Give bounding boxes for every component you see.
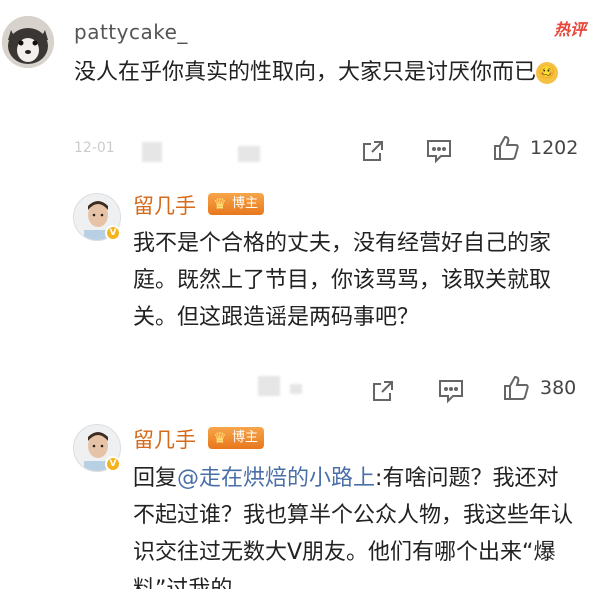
comment-text: 没人在乎你真实的性取向，大家只是讨厌你而已 🥴 xyxy=(74,54,584,91)
avatar[interactable] xyxy=(2,16,54,68)
comment-icon xyxy=(427,140,451,164)
share-icon xyxy=(363,141,383,161)
crown-icon: ♛ xyxy=(213,195,227,213)
blurred-area xyxy=(142,142,162,162)
comment-text: 回复@走在烘焙的小路上:有啥问题？我还对不起过谁？我也算半个公众人物，我这些年认… xyxy=(133,460,573,589)
host-badge: ♛ 博主 xyxy=(208,427,265,449)
host-badge-label: 博主 xyxy=(232,196,259,211)
host-badge: ♛ 博主 xyxy=(208,193,265,215)
like-count: 1202 xyxy=(530,137,579,159)
share-button[interactable] xyxy=(370,378,396,404)
comment-icon xyxy=(439,380,463,404)
thumbs-up-icon xyxy=(494,135,519,160)
reply-prefix: 回复 xyxy=(133,466,178,491)
like-button[interactable]: 1202 xyxy=(492,134,578,162)
username[interactable]: 留几手 xyxy=(133,424,196,454)
blurred-area xyxy=(258,376,280,396)
comment-button[interactable] xyxy=(437,378,465,404)
comment-item: V 留几手 ♛ 博主 回复@走在烘焙的小路上:有啥问题？我还对不起过谁？我也算半… xyxy=(0,410,600,589)
hot-comment-tag: 热评 xyxy=(553,20,586,39)
comment-button[interactable] xyxy=(425,138,453,164)
timestamp-text: 12-01 xyxy=(74,140,115,156)
timestamp: 12-01 xyxy=(74,140,144,164)
host-badge-label: 博主 xyxy=(232,430,259,445)
emoji-icon: 🥴 xyxy=(536,62,559,84)
username[interactable]: pattycake_ xyxy=(74,20,188,44)
like-button[interactable]: 380 xyxy=(502,374,576,402)
blurred-area xyxy=(238,146,260,162)
comment-item: V 留几手 ♛ 博主 我不是个合格的丈夫，没有经营好自己的家庭。既然上了节目，你… xyxy=(0,185,600,410)
comment-text-content: 没人在乎你真实的性取向，大家只是讨厌你而已 xyxy=(74,60,537,85)
username[interactable]: 留几手 xyxy=(133,190,196,220)
blurred-area xyxy=(290,384,302,394)
comment-text: 我不是个合格的丈夫，没有经营好自己的家庭。既然上了节目，你该骂骂，该取关就取关。… xyxy=(133,231,552,330)
like-count: 380 xyxy=(540,377,577,399)
mention-link[interactable]: @走在烘焙的小路上 xyxy=(177,466,375,491)
thumbs-up-icon xyxy=(504,375,529,400)
comment-item: pattycake_ 热评 没人在乎你真实的性取向，大家只是讨厌你而已 🥴 12-… xyxy=(0,0,600,185)
crown-icon: ♛ xyxy=(213,429,227,447)
verified-v-icon: V xyxy=(105,225,121,241)
share-button[interactable] xyxy=(360,138,386,164)
verified-v-icon: V xyxy=(105,456,121,472)
share-icon xyxy=(373,381,393,401)
